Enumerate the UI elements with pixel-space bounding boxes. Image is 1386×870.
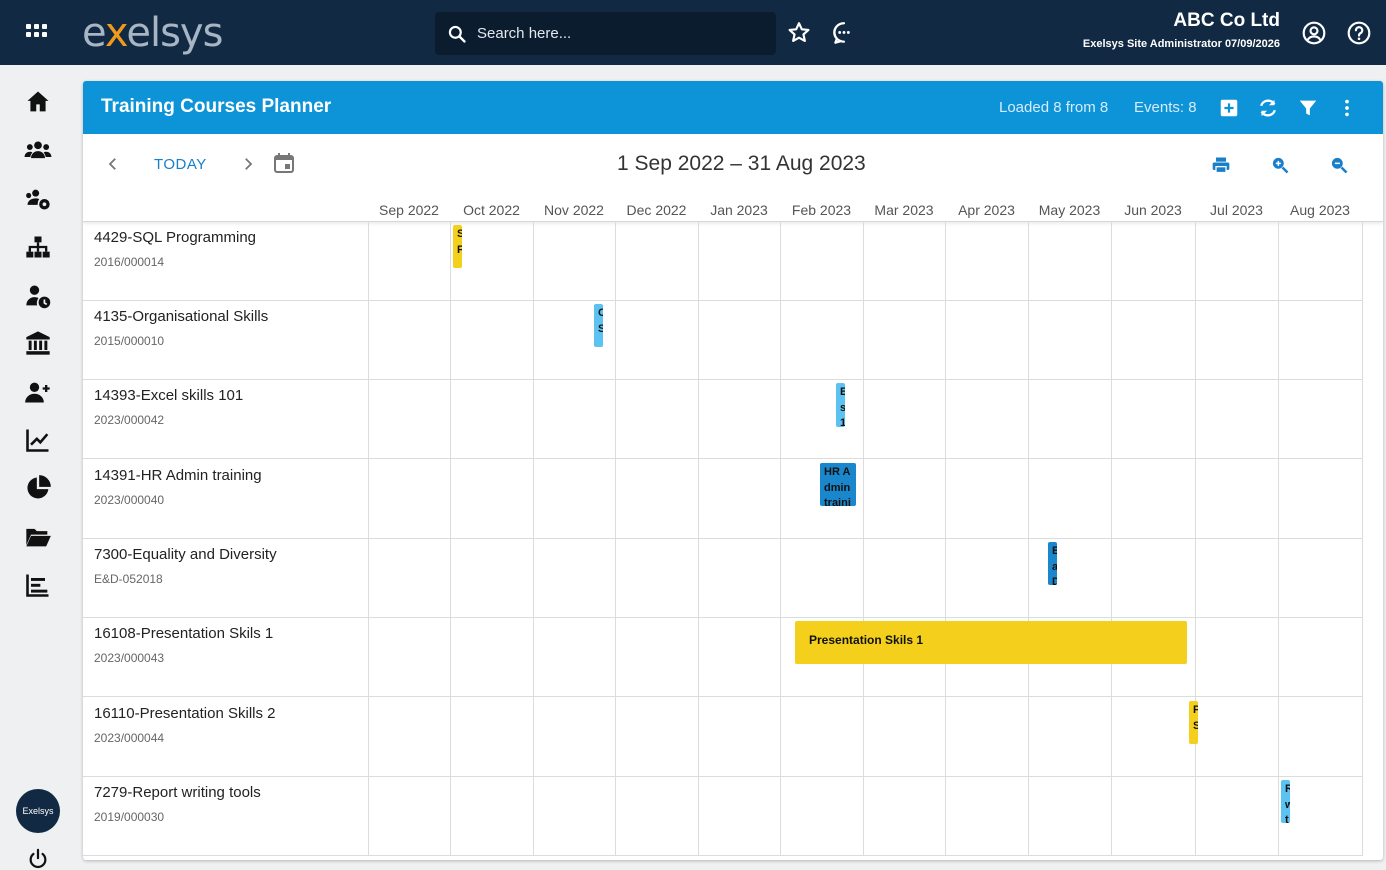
sidebar [0,65,76,870]
more-vert-icon[interactable] [1336,97,1358,119]
course-event[interactable]: P S [1189,701,1198,744]
course-code: E&D-052018 [94,572,163,586]
course-code: 2023/000043 [94,651,165,665]
people-settings-icon[interactable] [24,185,52,213]
zoom-in-icon[interactable] [1270,155,1290,175]
account-icon[interactable] [1301,20,1327,46]
month-label: Feb 2023 [791,202,852,218]
loaded-count: Loaded 8 from 8 [999,99,1109,116]
course-row[interactable]: 7300-Equality and Diversity E&D-052018 [83,539,1363,618]
apps-grid-icon[interactable] [24,22,50,44]
search-icon [448,25,466,43]
course-name: 16110-Presentation Skills 2 [94,705,276,722]
course-row[interactable]: 14391-HR Admin training 2023/000040 [83,460,1363,539]
course-code: 2019/000030 [94,810,165,824]
user-info: Exelsys Site Administrator 07/09/2026 [1082,38,1280,50]
pie-chart-icon[interactable] [24,474,52,502]
chevron-left-icon[interactable] [104,154,122,174]
chat-icon[interactable] [831,20,857,46]
filter-icon[interactable] [1297,97,1319,119]
today-button[interactable]: TODAY [154,156,207,173]
month-label: Jul 2023 [1210,202,1263,218]
add-icon[interactable] [1218,97,1240,119]
course-event[interactable]: E a D [1048,542,1057,585]
month-label: Nov 2022 [544,202,604,218]
search-input[interactable] [477,12,767,55]
course-code: 2023/000042 [94,413,165,427]
course-name: 7300-Equality and Diversity [94,546,277,563]
course-code: 2023/000040 [94,493,165,507]
course-event[interactable]: E s 1 [836,383,845,427]
calendar-toolbar: TODAY 1 Sep 2022 – 31 Aug 2023 [83,134,1383,200]
course-event[interactable]: R w t [1281,780,1290,823]
brand-badge[interactable]: Exelsys [16,789,60,833]
calendar-icon[interactable] [272,151,296,175]
month-label: May 2023 [1038,202,1101,218]
person-clock-icon[interactable] [24,282,52,310]
month-label: Dec 2022 [626,202,687,218]
home-icon[interactable] [24,88,52,116]
month-label: Jun 2023 [1124,202,1182,218]
bank-icon[interactable] [24,329,52,357]
month-label: Apr 2023 [958,202,1015,218]
month-label: Aug 2023 [1290,202,1350,218]
month-label: Jan 2023 [710,202,768,218]
print-icon[interactable] [1211,155,1231,175]
planner-panel: Training Courses Planner Loaded 8 from 8… [83,81,1383,860]
month-label: Mar 2023 [874,202,934,218]
bar-chart-icon[interactable] [24,571,52,599]
date-range: 1 Sep 2022 – 31 Aug 2023 [617,152,866,175]
month-label: Sep 2022 [379,202,439,218]
folder-open-icon[interactable] [24,523,52,551]
course-name: 14393-Excel skills 101 [94,387,244,404]
refresh-icon[interactable] [1257,97,1279,119]
course-code: 2023/000044 [94,731,165,745]
course-event[interactable]: O S [594,304,603,347]
person-add-icon[interactable] [24,378,52,406]
course-name: 16108-Presentation Skils 1 [94,625,274,642]
course-code: 2016/000014 [94,255,165,269]
events-count: Events: 8 [1134,99,1197,116]
course-row[interactable]: 4429-SQL Programming 2016/000014 [83,222,1363,301]
people-icon[interactable] [24,136,52,164]
course-event[interactable]: Presentation Skils 1 [795,621,1187,664]
star-icon[interactable] [786,20,812,46]
exelsys-logo[interactable]: exelsys [82,10,223,56]
power-icon[interactable] [27,848,49,870]
top-bar: exelsys ABC Co Ltd Exelsys Site Administ… [0,0,1386,65]
help-icon[interactable] [1346,20,1372,46]
course-name: 4135-Organisational Skills [94,308,269,325]
course-row[interactable]: 16110-Presentation Skills 2 2023/000044 [83,698,1363,777]
course-name: 14391-HR Admin training [94,467,262,484]
course-name: 7279-Report writing tools [94,784,261,801]
org-chart-icon[interactable] [24,233,52,261]
zoom-out-icon[interactable] [1329,155,1349,175]
course-row[interactable]: 7279-Report writing tools 2019/000030 [83,777,1363,856]
course-row[interactable]: 4135-Organisational Skills 2015/000010 [83,301,1363,380]
chevron-right-icon[interactable] [239,154,257,174]
course-name: 4429-SQL Programming [94,229,257,246]
month-label: Oct 2022 [463,202,520,218]
course-event[interactable]: S P [453,225,462,268]
panel-header: Training Courses Planner Loaded 8 from 8… [83,81,1383,134]
planner-grid: 4429-SQL Programming 2016/000014 4135-Or… [83,222,1383,860]
page-title: Training Courses Planner [101,96,332,117]
company-name: ABC Co Ltd [1173,10,1280,31]
course-code: 2015/000010 [94,334,165,348]
course-event[interactable]: HR Admin training [820,463,856,506]
month-header: Sep 2022 Oct 2022 Nov 2022 Dec 2022 Jan … [83,200,1383,222]
course-row[interactable]: 14393-Excel skills 101 2023/000042 [83,380,1363,459]
search-box [435,12,776,55]
line-chart-icon[interactable] [24,426,52,454]
